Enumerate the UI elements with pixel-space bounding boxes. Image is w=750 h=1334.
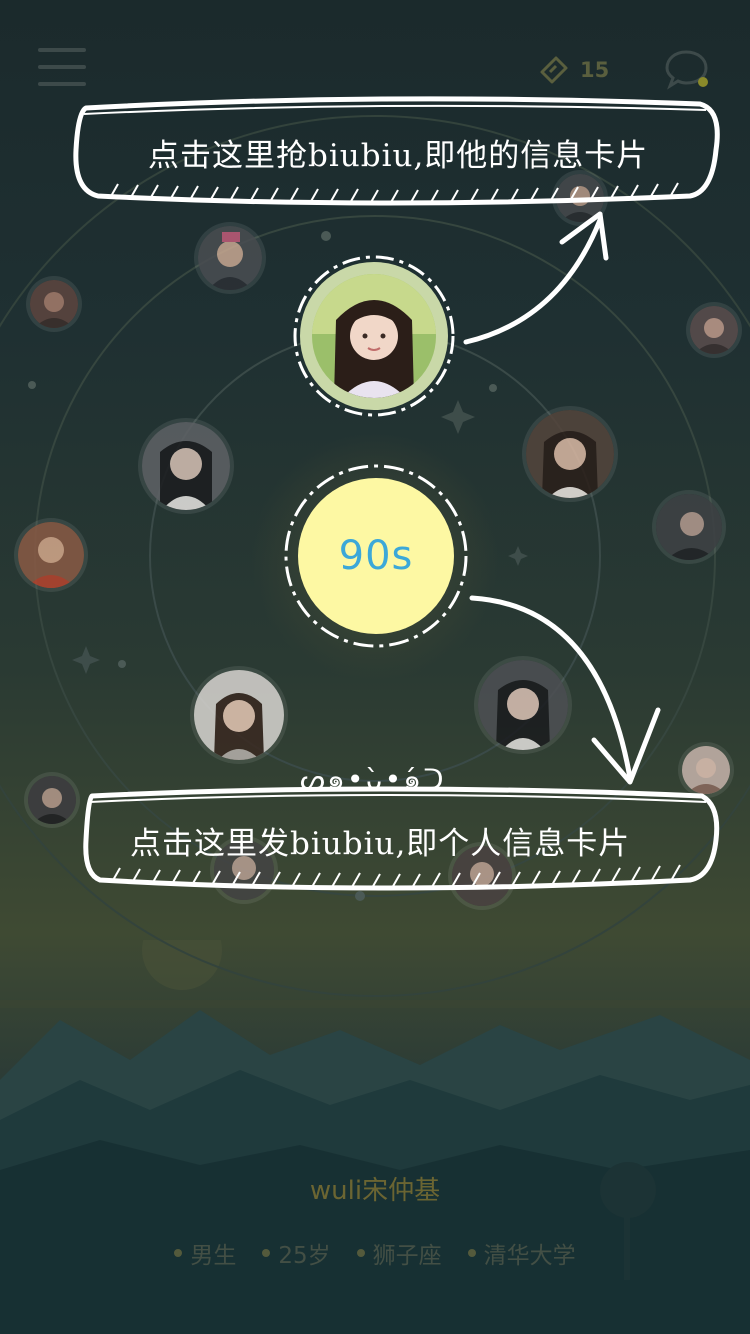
gender-tag: 男生: [190, 1243, 237, 1269]
zodiac-tag: 狮子座: [372, 1243, 442, 1269]
profile-tag: 男生: [174, 1236, 236, 1270]
callout-overlay: [73, 96, 720, 891]
age-tag: 25岁: [278, 1243, 331, 1269]
profile-tag: 25岁: [262, 1236, 331, 1270]
profile-name: wuli宋仲基: [309, 1176, 441, 1206]
send-biubiu-hint: 点击这里发biubiu,即个人信息卡片: [130, 826, 631, 862]
profile-tag: 清华大学: [467, 1236, 576, 1270]
school-tag: 清华大学: [483, 1243, 576, 1269]
profile-tag: 狮子座: [356, 1236, 442, 1270]
grab-biubiu-hint: 点击这里抢biubiu,即他的信息卡片: [148, 138, 649, 174]
kaomoji-decoration: ᔕ๑•̀ᴗ•́๑ᑐ: [300, 763, 446, 796]
profile-tags: 男生 25岁 狮子座 清华大学: [0, 1236, 750, 1270]
